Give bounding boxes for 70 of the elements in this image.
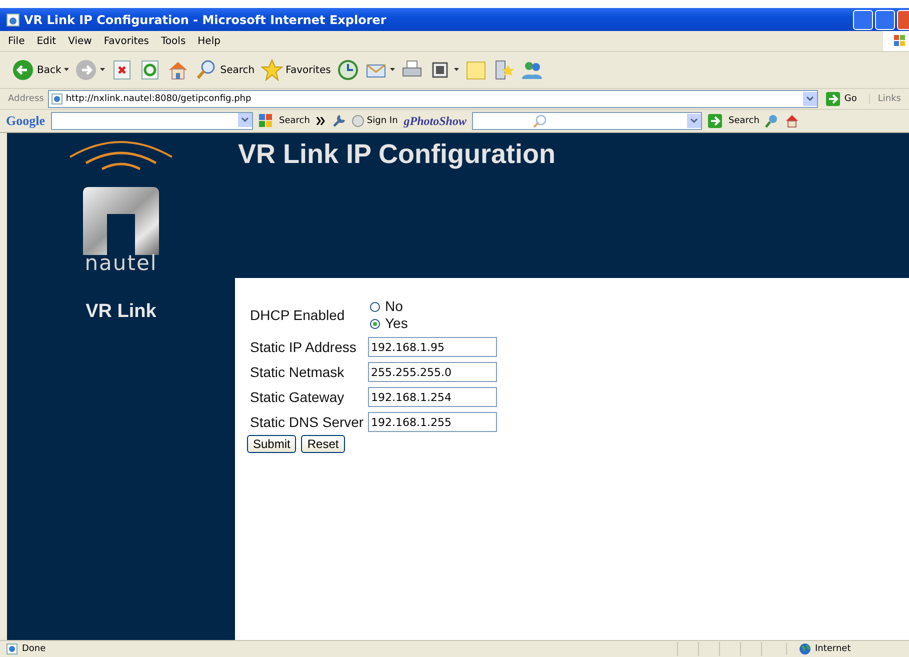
caret-icon[interactable] (64, 68, 70, 72)
home-icon[interactable] (167, 59, 190, 81)
radio-button[interactable] (370, 302, 380, 312)
house-icon[interactable] (785, 114, 800, 128)
radio-label[interactable]: No (385, 298, 403, 315)
google-search-field[interactable] (51, 112, 253, 130)
page-icon (50, 93, 63, 105)
refresh-icon[interactable] (139, 59, 162, 81)
wrench-icon[interactable] (332, 114, 346, 128)
chevrons-icon[interactable] (316, 117, 326, 125)
field-label: Static Gateway (250, 389, 346, 405)
field-label: DHCP Enabled (250, 307, 346, 323)
menu-item[interactable]: Help (198, 36, 220, 46)
menu-item[interactable]: Favorites (104, 36, 150, 46)
maximize-button[interactable] (875, 10, 895, 30)
go-arrow-icon[interactable] (708, 114, 722, 128)
menu-item[interactable]: File (8, 36, 25, 46)
product-name: VR Link (86, 301, 156, 323)
stop-icon[interactable] (111, 59, 134, 81)
input-field[interactable]: 192.168.1.95 (368, 337, 497, 357)
gphotoshow-button[interactable]: gPhotoShow (404, 114, 466, 128)
circle-icon[interactable] (352, 115, 364, 127)
reset-button[interactable]: Reset (301, 435, 345, 453)
window-title: VR Link IP Configuration - Microsoft Internet Explorer (24, 12, 388, 26)
search-icon[interactable] (195, 59, 218, 81)
field-label: Static IP Address (250, 339, 358, 355)
radio-label[interactable]: Yes (385, 315, 408, 332)
menu-item[interactable]: Tools (161, 36, 186, 46)
globe-icon (799, 643, 811, 655)
go-arrow-icon[interactable] (826, 92, 840, 106)
search-button[interactable]: Search (728, 116, 760, 126)
field-label: Static DNS Server (250, 414, 365, 430)
magnifier-icon[interactable] (765, 114, 780, 128)
menu-item[interactable]: Edit (36, 36, 56, 46)
back-button[interactable]: Back (37, 64, 62, 76)
status-text: Done (22, 644, 47, 654)
address-label: Address (8, 94, 44, 104)
input-field[interactable]: 255.255.255.0 (368, 362, 497, 382)
menu-item[interactable]: View (68, 36, 92, 46)
input-field[interactable]: 192.168.1.254 (368, 387, 497, 407)
page-icon (6, 12, 20, 26)
search-icon (533, 114, 548, 128)
caret-icon[interactable] (454, 68, 459, 72)
links-button[interactable]: Links (868, 94, 909, 104)
sign-in-button[interactable]: Sign In (366, 116, 398, 126)
go-button[interactable]: Go (844, 94, 857, 104)
people-icon[interactable] (520, 59, 543, 81)
caret-icon[interactable] (100, 68, 106, 72)
squares-icon[interactable] (259, 114, 273, 128)
close-button[interactable] (897, 10, 909, 30)
radio-button[interactable] (370, 318, 380, 328)
page-heading: VR Link IP Configuration (238, 139, 557, 170)
flag-icon (893, 34, 907, 48)
favorites-button[interactable]: Favorites (286, 64, 331, 76)
zone-label: Internet (815, 644, 851, 654)
address-field[interactable]: http://nxlink.nautel:8080/getipconfig.php (48, 90, 818, 108)
caret-icon[interactable] (390, 68, 395, 72)
search-button[interactable]: Search (279, 116, 310, 126)
input-field[interactable]: 192.168.1.255 (368, 412, 497, 432)
page-icon (6, 643, 18, 655)
minimize-button[interactable] (853, 10, 873, 30)
star-icon[interactable] (260, 59, 283, 81)
photo-search-field[interactable] (472, 112, 702, 130)
google-logo: Google (6, 113, 45, 129)
history-icon[interactable] (336, 59, 359, 81)
brand-name: nautel (84, 251, 158, 275)
field-label: Static Netmask (250, 364, 346, 380)
phone-star-icon[interactable] (492, 59, 515, 81)
search-button[interactable]: Search (220, 64, 255, 76)
submit-button[interactable]: Submit (247, 435, 296, 453)
